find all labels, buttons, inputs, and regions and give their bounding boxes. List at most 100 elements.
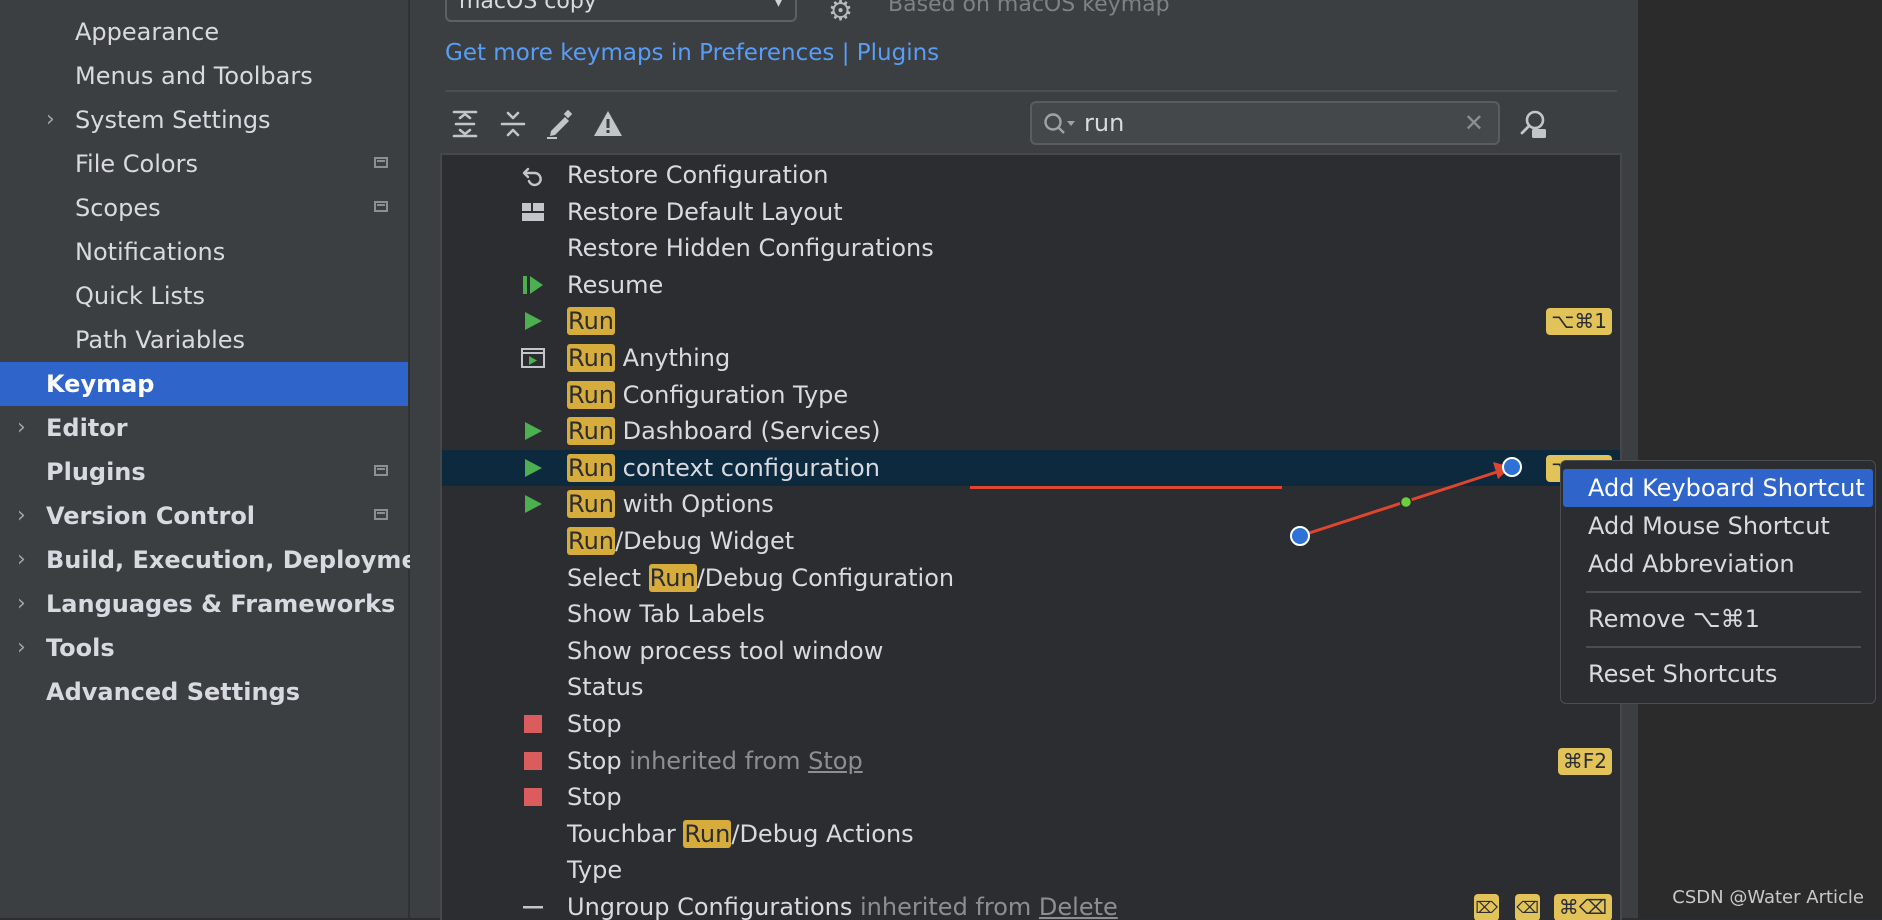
action-label: Select Run/Debug Configuration — [567, 560, 954, 596]
menu-item-add-keyboard-shortcut[interactable]: Add Keyboard Shortcut — [1563, 469, 1873, 507]
chevron-right-icon[interactable]: › — [17, 494, 26, 538]
run-icon — [525, 458, 542, 477]
chevron-right-icon[interactable]: › — [17, 538, 26, 582]
menu-item-label: Add Abbreviation — [1588, 550, 1795, 578]
sidebar-item-path-variables[interactable]: Path Variables — [0, 318, 408, 362]
chevron-right-icon[interactable]: › — [46, 98, 55, 142]
action-row[interactable]: Touchbar Run/Debug Actions — [442, 816, 1620, 852]
sidebar-item-label: Menus and Toolbars — [75, 62, 313, 90]
collapse-all-icon[interactable] — [496, 107, 530, 141]
sidebar-item-notifications[interactable]: Notifications — [0, 230, 408, 274]
action-label: Show Tab Labels — [567, 596, 765, 632]
sidebar-item-label: Scopes — [75, 194, 161, 222]
menu-item-label: Add Mouse Shortcut — [1588, 512, 1830, 540]
chevron-right-icon[interactable]: › — [17, 582, 26, 626]
sidebar-item-tools[interactable]: › Tools — [0, 626, 408, 670]
find-by-shortcut-icon[interactable] — [1516, 106, 1552, 142]
menu-item-add-abbreviation[interactable]: Add Abbreviation — [1563, 545, 1873, 583]
sidebar-item-menus-and-toolbars[interactable]: Menus and Toolbars — [0, 54, 408, 98]
inherited-action-link[interactable]: Stop — [808, 747, 863, 775]
keymap-dropdown[interactable]: macOS copy ▾ — [445, 0, 797, 22]
action-label: Run Configuration Type — [567, 377, 848, 413]
action-row[interactable]: Status — [442, 669, 1620, 705]
sidebar-item-version-control[interactable]: › Version Control — [0, 494, 408, 538]
sidebar-item-languages-frameworks[interactable]: › Languages & Frameworks — [0, 582, 408, 626]
sidebar-item-build-execution-deploymen[interactable]: › Build, Execution, Deploymen — [0, 538, 435, 582]
action-row[interactable]: Run ⌥⌘1 — [442, 303, 1620, 339]
run-anything-icon — [521, 348, 545, 368]
action-label: Restore Default Layout — [567, 194, 843, 230]
action-row[interactable]: Run Dashboard (Services) — [442, 413, 1620, 449]
action-label-part: Restore Default Layout — [567, 197, 843, 226]
sidebar-item-system-settings[interactable]: › System Settings — [0, 98, 408, 142]
project-level-icon — [374, 509, 388, 520]
action-row[interactable]: Run with Options — [442, 486, 1620, 522]
shortcut-badge: ⌥⌘1 — [1546, 308, 1612, 336]
inherited-action-link[interactable]: Delete — [1039, 893, 1118, 920]
sidebar-item-label: System Settings — [75, 106, 271, 134]
menu-item-label: Remove ⌥⌘1 — [1588, 605, 1760, 633]
run-icon — [525, 422, 542, 441]
action-label-part: Configuration Type — [615, 380, 849, 409]
sidebar-item-label: File Colors — [75, 150, 198, 178]
gear-icon[interactable]: ⚙ — [828, 0, 853, 27]
chevron-right-icon[interactable]: › — [17, 626, 26, 670]
action-row[interactable]: Show Tab Labels — [442, 596, 1620, 632]
sidebar-item-advanced-settings[interactable]: Advanced Settings — [0, 670, 408, 714]
settings-sidebar: Appearance Menus and Toolbars › System Sett… — [0, 0, 435, 918]
based-on-label: Based on macOS keymap — [888, 0, 1170, 17]
search-match-highlight: Run — [567, 417, 616, 446]
menu-item-add-mouse-shortcut[interactable]: Add Mouse Shortcut — [1563, 507, 1873, 545]
expand-all-icon[interactable] — [448, 107, 482, 141]
sidebar-item-appearance[interactable]: Appearance — [0, 10, 408, 54]
action-row[interactable]: Show process tool window — [442, 633, 1620, 669]
sidebar-item-keymap[interactable]: Keymap — [0, 362, 408, 406]
search-input[interactable] — [1084, 107, 1444, 139]
action-row[interactable]: Restore Configuration — [442, 157, 1620, 193]
action-row[interactable]: Run/Debug Widget — [442, 523, 1620, 559]
search-match-highlight: Run — [648, 563, 697, 592]
sidebar-item-scopes[interactable]: Scopes — [0, 186, 408, 230]
action-label: Stop — [567, 706, 622, 742]
search-match-highlight: Run — [567, 307, 616, 336]
actions-tree: Restore Configuration Restore Default Lay… — [440, 153, 1622, 920]
search-match-highlight: Run — [567, 344, 616, 372]
action-label-part: Anything — [615, 344, 731, 372]
menu-item-remove-1[interactable]: Remove ⌥⌘1 — [1563, 600, 1873, 638]
action-label: Ungroup Configurations inherited from De… — [567, 889, 1118, 920]
search-box[interactable]: ✕ — [1030, 101, 1500, 145]
sidebar-item-quick-lists[interactable]: Quick Lists — [0, 274, 408, 318]
sidebar-item-label: Languages & Frameworks — [46, 590, 396, 618]
restore-icon — [522, 167, 542, 187]
sidebar-item-file-colors[interactable]: File Colors — [0, 142, 408, 186]
get-more-keymaps-link[interactable]: Get more keymaps in Preferences | Plugin… — [445, 40, 939, 66]
resume-icon — [523, 275, 543, 294]
action-label: Resume — [567, 267, 663, 303]
edit-shortcut-icon[interactable] — [543, 107, 577, 141]
menu-item-reset-shortcuts[interactable]: Reset Shortcuts — [1563, 655, 1873, 693]
action-row[interactable]: Resume — [442, 267, 1620, 303]
action-label: Touchbar Run/Debug Actions — [567, 816, 914, 852]
action-row[interactable]: Restore Hidden Configurations — [442, 230, 1620, 266]
action-label-part: inherited from — [852, 893, 1039, 920]
shortcut-badge: ⌘F2 — [1557, 747, 1612, 775]
action-row[interactable]: Stop — [442, 706, 1620, 742]
sidebar-item-editor[interactable]: › Editor — [0, 406, 408, 450]
action-row[interactable]: Select Run/Debug Configuration — [442, 560, 1620, 596]
action-row[interactable]: Restore Default Layout — [442, 194, 1620, 230]
action-row[interactable]: Run Configuration Type — [442, 377, 1620, 413]
action-label-part: Resume — [567, 270, 664, 299]
sidebar-item-plugins[interactable]: Plugins — [0, 450, 408, 494]
action-row[interactable]: Stop inherited from Stop ⌘F2 — [442, 743, 1620, 779]
conflicts-warning-icon[interactable] — [591, 107, 625, 141]
action-row[interactable]: Stop — [442, 779, 1620, 815]
action-row[interactable]: Ungroup Configurations inherited from De… — [442, 889, 1620, 920]
layout-icon — [522, 202, 544, 221]
action-row[interactable]: Type — [442, 852, 1620, 888]
run-icon — [525, 312, 542, 331]
action-row[interactable]: Run context configuration⌥⌘1 — [442, 449, 1620, 486]
chevron-right-icon[interactable]: › — [17, 406, 26, 450]
action-row[interactable]: Run Anything — [442, 340, 1620, 376]
sidebar-item-label: Editor — [46, 414, 128, 442]
clear-search-icon[interactable]: ✕ — [1464, 109, 1484, 137]
